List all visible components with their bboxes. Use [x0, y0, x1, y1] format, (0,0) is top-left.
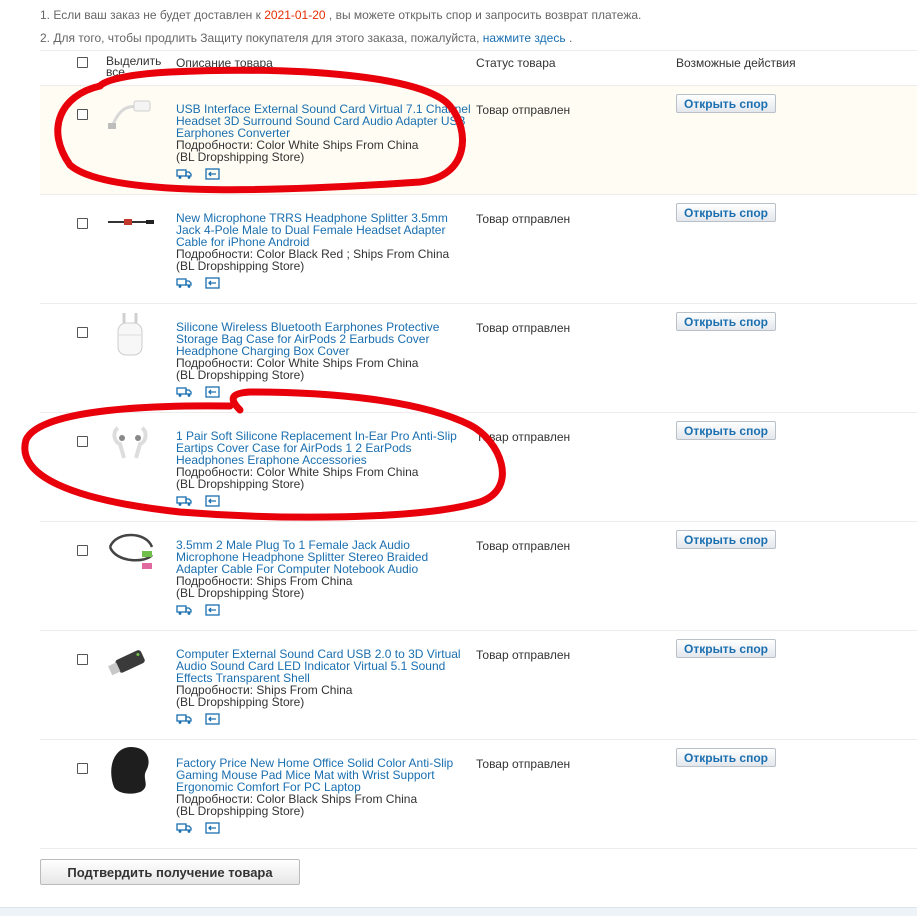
open-dispute-button[interactable]: Открыть спор: [676, 94, 776, 113]
item-checkbox[interactable]: [77, 545, 88, 556]
mouse-pad-image[interactable]: [106, 745, 156, 795]
order-item-row: USB Interface External Sound Card Virtua…: [40, 85, 917, 195]
order-item-row: Silicone Wireless Bluetooth Earphones Pr…: [40, 303, 917, 413]
headphone-splitter-image[interactable]: [106, 200, 156, 250]
open-dispute-button[interactable]: Открыть спор: [676, 421, 776, 440]
item-title-link[interactable]: 3.5mm 2 Male Plug To 1 Female Jack Audio…: [176, 539, 471, 575]
order-item-row: 3.5mm 2 Male Plug To 1 Female Jack Audio…: [40, 521, 917, 631]
item-title-link[interactable]: Factory Price New Home Office Solid Colo…: [176, 757, 471, 793]
item-checkbox[interactable]: [77, 109, 88, 120]
description-header: Описание товара: [176, 56, 273, 70]
notice-text: 1. Если ваш заказ не будет доставлен к: [40, 8, 261, 22]
item-title-link[interactable]: Computer External Sound Card USB 2.0 to …: [176, 648, 471, 684]
item-status: Товар отправлен: [476, 103, 571, 117]
item-store: (BL Dropshipping Store): [176, 477, 305, 491]
item-status: Товар отправлен: [476, 539, 571, 553]
open-dispute-button[interactable]: Открыть спор: [676, 203, 776, 222]
return-icon[interactable]: [205, 494, 220, 510]
return-icon[interactable]: [205, 712, 220, 728]
order-item-row: 1 Pair Soft Silicone Replacement In-Ear …: [40, 412, 917, 522]
actions-header: Возможные действия: [676, 56, 796, 70]
item-store: (BL Dropshipping Store): [176, 804, 305, 818]
notice-text: 2. Для того, чтобы продлить Защиту покуп…: [40, 31, 480, 45]
item-checkbox[interactable]: [77, 654, 88, 665]
notice-delivery-deadline: 1. Если ваш заказ не будет доставлен к 2…: [40, 8, 641, 22]
audio-adapter-cable-image[interactable]: [106, 527, 156, 577]
item-description: 3.5mm 2 Male Plug To 1 Female Jack Audio…: [176, 539, 471, 599]
usb-sound-card-stick-image[interactable]: [106, 636, 156, 686]
item-description: 1 Pair Soft Silicone Replacement In-Ear …: [176, 430, 471, 490]
item-store: (BL Dropshipping Store): [176, 368, 305, 382]
item-checkbox[interactable]: [77, 218, 88, 229]
select-all-checkbox[interactable]: [77, 57, 88, 68]
item-description: Silicone Wireless Bluetooth Earphones Pr…: [176, 321, 471, 381]
open-dispute-button[interactable]: Открыть спор: [676, 530, 776, 549]
item-icons: [176, 821, 229, 837]
truck-icon[interactable]: [176, 494, 193, 510]
item-checkbox[interactable]: [77, 436, 88, 447]
item-store: (BL Dropshipping Store): [176, 586, 305, 600]
truck-icon[interactable]: [176, 167, 193, 183]
item-store: (BL Dropshipping Store): [176, 695, 305, 709]
select-all-label: Выделить все: [106, 54, 162, 79]
return-icon[interactable]: [205, 276, 220, 292]
item-store: (BL Dropshipping Store): [176, 259, 305, 273]
notice-buyer-protection: 2. Для того, чтобы продлить Защиту покуп…: [40, 31, 572, 45]
order-item-row: New Microphone TRRS Headphone Splitter 3…: [40, 194, 917, 304]
item-title-link[interactable]: New Microphone TRRS Headphone Splitter 3…: [176, 212, 471, 248]
item-checkbox[interactable]: [77, 763, 88, 774]
deadline-date: 2021-01-20: [264, 8, 326, 22]
item-icons: [176, 603, 229, 619]
item-description: Computer External Sound Card USB 2.0 to …: [176, 648, 471, 708]
item-icons: [176, 385, 229, 401]
item-checkbox[interactable]: [77, 327, 88, 338]
return-icon[interactable]: [205, 821, 220, 837]
confirm-receipt-button[interactable]: Подтвердить получение товара: [40, 859, 300, 885]
item-icons: [176, 712, 229, 728]
notice-text: .: [568, 31, 573, 45]
item-status: Товар отправлен: [476, 757, 571, 771]
item-title-link[interactable]: 1 Pair Soft Silicone Replacement In-Ear …: [176, 430, 471, 466]
extend-protection-link[interactable]: нажмите здесь: [483, 31, 566, 45]
status-header: Статус товара: [476, 56, 556, 70]
item-description: New Microphone TRRS Headphone Splitter 3…: [176, 212, 471, 272]
item-status: Товар отправлен: [476, 648, 571, 662]
eartips-image[interactable]: [106, 418, 156, 468]
usb-sound-card-cable-image[interactable]: [106, 91, 156, 141]
open-dispute-button[interactable]: Открыть спор: [676, 312, 776, 331]
truck-icon[interactable]: [176, 821, 193, 837]
truck-icon[interactable]: [176, 276, 193, 292]
item-description: USB Interface External Sound Card Virtua…: [176, 103, 471, 163]
order-item-row: Factory Price New Home Office Solid Colo…: [40, 739, 917, 849]
item-status: Товар отправлен: [476, 321, 571, 335]
item-description: Factory Price New Home Office Solid Colo…: [176, 757, 471, 817]
divider: [40, 848, 917, 849]
notice-text: , вы можете открыть спор и запросить воз…: [328, 8, 642, 22]
return-icon[interactable]: [205, 603, 220, 619]
return-icon[interactable]: [205, 385, 220, 401]
open-dispute-button[interactable]: Открыть спор: [676, 748, 776, 767]
item-title-link[interactable]: Silicone Wireless Bluetooth Earphones Pr…: [176, 321, 471, 357]
order-item-row: Computer External Sound Card USB 2.0 to …: [40, 630, 917, 740]
return-icon[interactable]: [205, 167, 220, 183]
item-store: (BL Dropshipping Store): [176, 150, 305, 164]
open-dispute-button[interactable]: Открыть спор: [676, 639, 776, 658]
item-icons: [176, 276, 229, 292]
truck-icon[interactable]: [176, 603, 193, 619]
truck-icon[interactable]: [176, 712, 193, 728]
item-icons: [176, 494, 229, 510]
item-title-link[interactable]: USB Interface External Sound Card Virtua…: [176, 103, 471, 139]
airpods-case-image[interactable]: [106, 309, 156, 359]
item-status: Товар отправлен: [476, 212, 571, 226]
item-icons: [176, 167, 229, 183]
table-header: Выделить все Описание товара Статус това…: [40, 51, 917, 79]
item-status: Товар отправлен: [476, 430, 571, 444]
truck-icon[interactable]: [176, 385, 193, 401]
